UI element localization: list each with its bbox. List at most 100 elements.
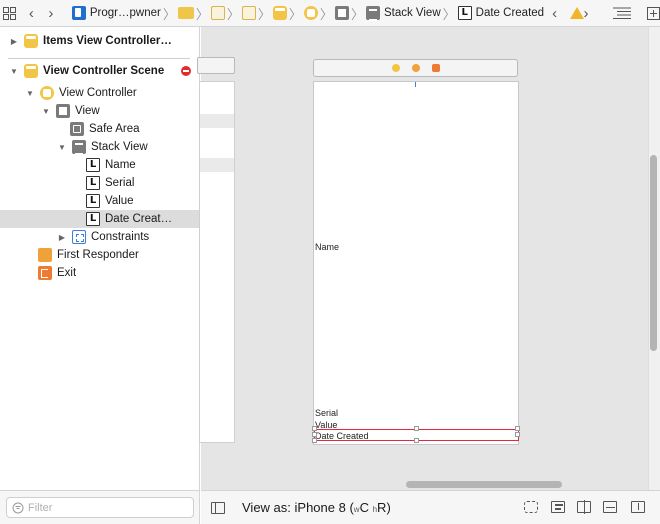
- filter-icon: [12, 502, 24, 513]
- constraints-icon: [72, 230, 86, 244]
- outline-row-date-created-label[interactable]: L Date Creat…: [0, 210, 200, 228]
- embed-in-stack-icon[interactable]: [551, 501, 565, 513]
- outline-row-name-label[interactable]: L Name: [0, 156, 200, 174]
- outline-row-constraints[interactable]: ▶ Constraints: [0, 228, 200, 246]
- view-icon: [56, 104, 70, 118]
- outline-row-safe-area[interactable]: Safe Area: [0, 120, 200, 138]
- serial-label[interactable]: Serial: [315, 408, 338, 418]
- document-outline: ▶ Items View Controller… ▼ View Controll…: [0, 27, 200, 490]
- breadcrumb-separator-icon: 〉: [442, 6, 456, 22]
- hide-outline-icon[interactable]: [211, 502, 225, 514]
- disclosure-down-icon[interactable]: ▼: [56, 143, 68, 152]
- vertical-scroll-thumb[interactable]: [650, 155, 657, 351]
- outline-row-label: Date Creat…: [105, 213, 173, 225]
- storyboard-file-icon: [241, 6, 256, 20]
- canvas-bottom-bar: View as: iPhone 8 (wC hR): [201, 490, 660, 524]
- breadcrumb-separator-icon: 〉: [226, 6, 240, 22]
- update-frames-icon[interactable]: [524, 501, 538, 513]
- breadcrumb-view-controller[interactable]: [303, 0, 318, 27]
- outline-row-value-label[interactable]: L Value: [0, 192, 200, 210]
- view-controller-icon: [303, 6, 318, 20]
- breadcrumb-separator-icon: 〉: [350, 6, 364, 22]
- breadcrumb-separator-icon: 〉: [257, 6, 271, 22]
- error-badge-icon[interactable]: [181, 66, 191, 76]
- storyboard-canvas[interactable]: Name Serial Value Date Created: [197, 27, 648, 490]
- outline-row-first-responder[interactable]: First Responder: [0, 246, 200, 264]
- items-scene-view[interactable]: [199, 81, 235, 443]
- add-editor-icon[interactable]: [647, 0, 660, 27]
- breadcrumb-view[interactable]: [334, 0, 349, 27]
- view-controller-icon: [40, 86, 54, 100]
- scene-icon: [24, 64, 38, 78]
- swift-file-icon: [71, 6, 86, 20]
- label-icon: L: [86, 212, 100, 226]
- next-issue-chevron-icon[interactable]: ›: [584, 0, 599, 27]
- issue-warning-icon[interactable]: [569, 0, 584, 27]
- safe-area-icon: [70, 122, 84, 136]
- resize-handle[interactable]: [515, 432, 520, 437]
- document-outline-lines-icon[interactable]: [613, 0, 632, 27]
- storyboard-file-icon: [210, 6, 225, 20]
- breadcrumb-storyboard[interactable]: [210, 0, 225, 27]
- disclosure-right-icon[interactable]: ▶: [56, 233, 68, 242]
- outline-row-label: Exit: [57, 267, 77, 279]
- breadcrumb-selected-label: Date Created: [475, 7, 545, 19]
- label-icon: L: [86, 176, 100, 190]
- size-class-open: (: [345, 500, 354, 515]
- items-scene-dock[interactable]: [197, 57, 235, 74]
- breadcrumb-stack-view-label: Stack View: [383, 7, 441, 19]
- outline-row-label: View Controller Scene: [43, 65, 165, 77]
- resize-handle[interactable]: [312, 426, 317, 431]
- filter-field[interactable]: [6, 497, 194, 518]
- disclosure-right-icon[interactable]: ▶: [8, 37, 20, 46]
- folder-icon: [177, 7, 194, 19]
- outline-row-items-view-controller-scene[interactable]: ▶ Items View Controller…: [0, 32, 200, 50]
- filter-input[interactable]: [28, 501, 178, 514]
- horizontal-scroll-thumb[interactable]: [406, 481, 562, 488]
- outline-row-label: Serial: [105, 177, 135, 189]
- outline-row-view-controller[interactable]: ▼ View Controller: [0, 84, 200, 102]
- resolve-auto-layout-issues-icon[interactable]: [631, 501, 645, 513]
- resize-handle[interactable]: [414, 426, 419, 431]
- breadcrumb-separator-icon: 〉: [162, 6, 176, 22]
- breadcrumb-project[interactable]: Progr…pwner: [71, 0, 161, 27]
- outline-row-label: Constraints: [91, 231, 150, 243]
- scene-icon: [24, 34, 38, 48]
- outline-row-view-controller-scene[interactable]: ▼ View Controller Scene: [0, 62, 200, 80]
- dock-view-controller-icon[interactable]: [391, 64, 400, 72]
- breadcrumb-storyboard-base[interactable]: [241, 0, 256, 27]
- resize-handle[interactable]: [312, 438, 317, 443]
- resize-handle[interactable]: [414, 438, 419, 443]
- breadcrumb-separator-icon: 〉: [319, 6, 333, 22]
- dock-exit-icon[interactable]: [431, 64, 440, 72]
- outline-row-exit[interactable]: Exit: [0, 264, 200, 282]
- add-new-constraints-icon[interactable]: [603, 501, 617, 513]
- outline-row-label: View Controller: [59, 87, 137, 99]
- constraint-indicator: [415, 82, 416, 87]
- outline-row-stack-view[interactable]: ▼ Stack View: [0, 138, 200, 156]
- forward-chevron-icon[interactable]: ›: [48, 0, 63, 27]
- disclosure-down-icon[interactable]: ▼: [40, 107, 52, 116]
- name-label[interactable]: Name: [315, 242, 339, 252]
- dock-first-responder-icon[interactable]: [411, 64, 420, 72]
- related-items-grid-icon[interactable]: [0, 0, 19, 27]
- scene-divider: [8, 58, 190, 59]
- outline-row-label: Name: [105, 159, 136, 171]
- scene-dock[interactable]: [313, 59, 518, 77]
- breadcrumb-folder[interactable]: [177, 0, 194, 27]
- disclosure-down-icon[interactable]: ▼: [8, 67, 20, 76]
- align-icon[interactable]: [577, 500, 591, 514]
- breadcrumb-selected[interactable]: L Date Created: [457, 0, 545, 27]
- previous-issue-chevron-icon[interactable]: ‹: [552, 0, 567, 27]
- breadcrumb-scene[interactable]: [272, 0, 287, 27]
- resize-handle[interactable]: [312, 432, 317, 437]
- view-as-device-button[interactable]: View as: iPhone 8 (wC hR): [242, 500, 391, 515]
- outline-row-view[interactable]: ▼ View: [0, 102, 200, 120]
- outline-row-label: Stack View: [91, 141, 148, 153]
- resize-handle[interactable]: [515, 426, 520, 431]
- outline-row-serial-label[interactable]: L Serial: [0, 174, 200, 192]
- disclosure-down-icon[interactable]: ▼: [24, 89, 36, 98]
- back-chevron-icon[interactable]: ‹: [29, 0, 44, 27]
- view-controller-scene[interactable]: Name Serial Value Date Created: [312, 81, 520, 445]
- breadcrumb-stack-view[interactable]: Stack View: [365, 0, 441, 27]
